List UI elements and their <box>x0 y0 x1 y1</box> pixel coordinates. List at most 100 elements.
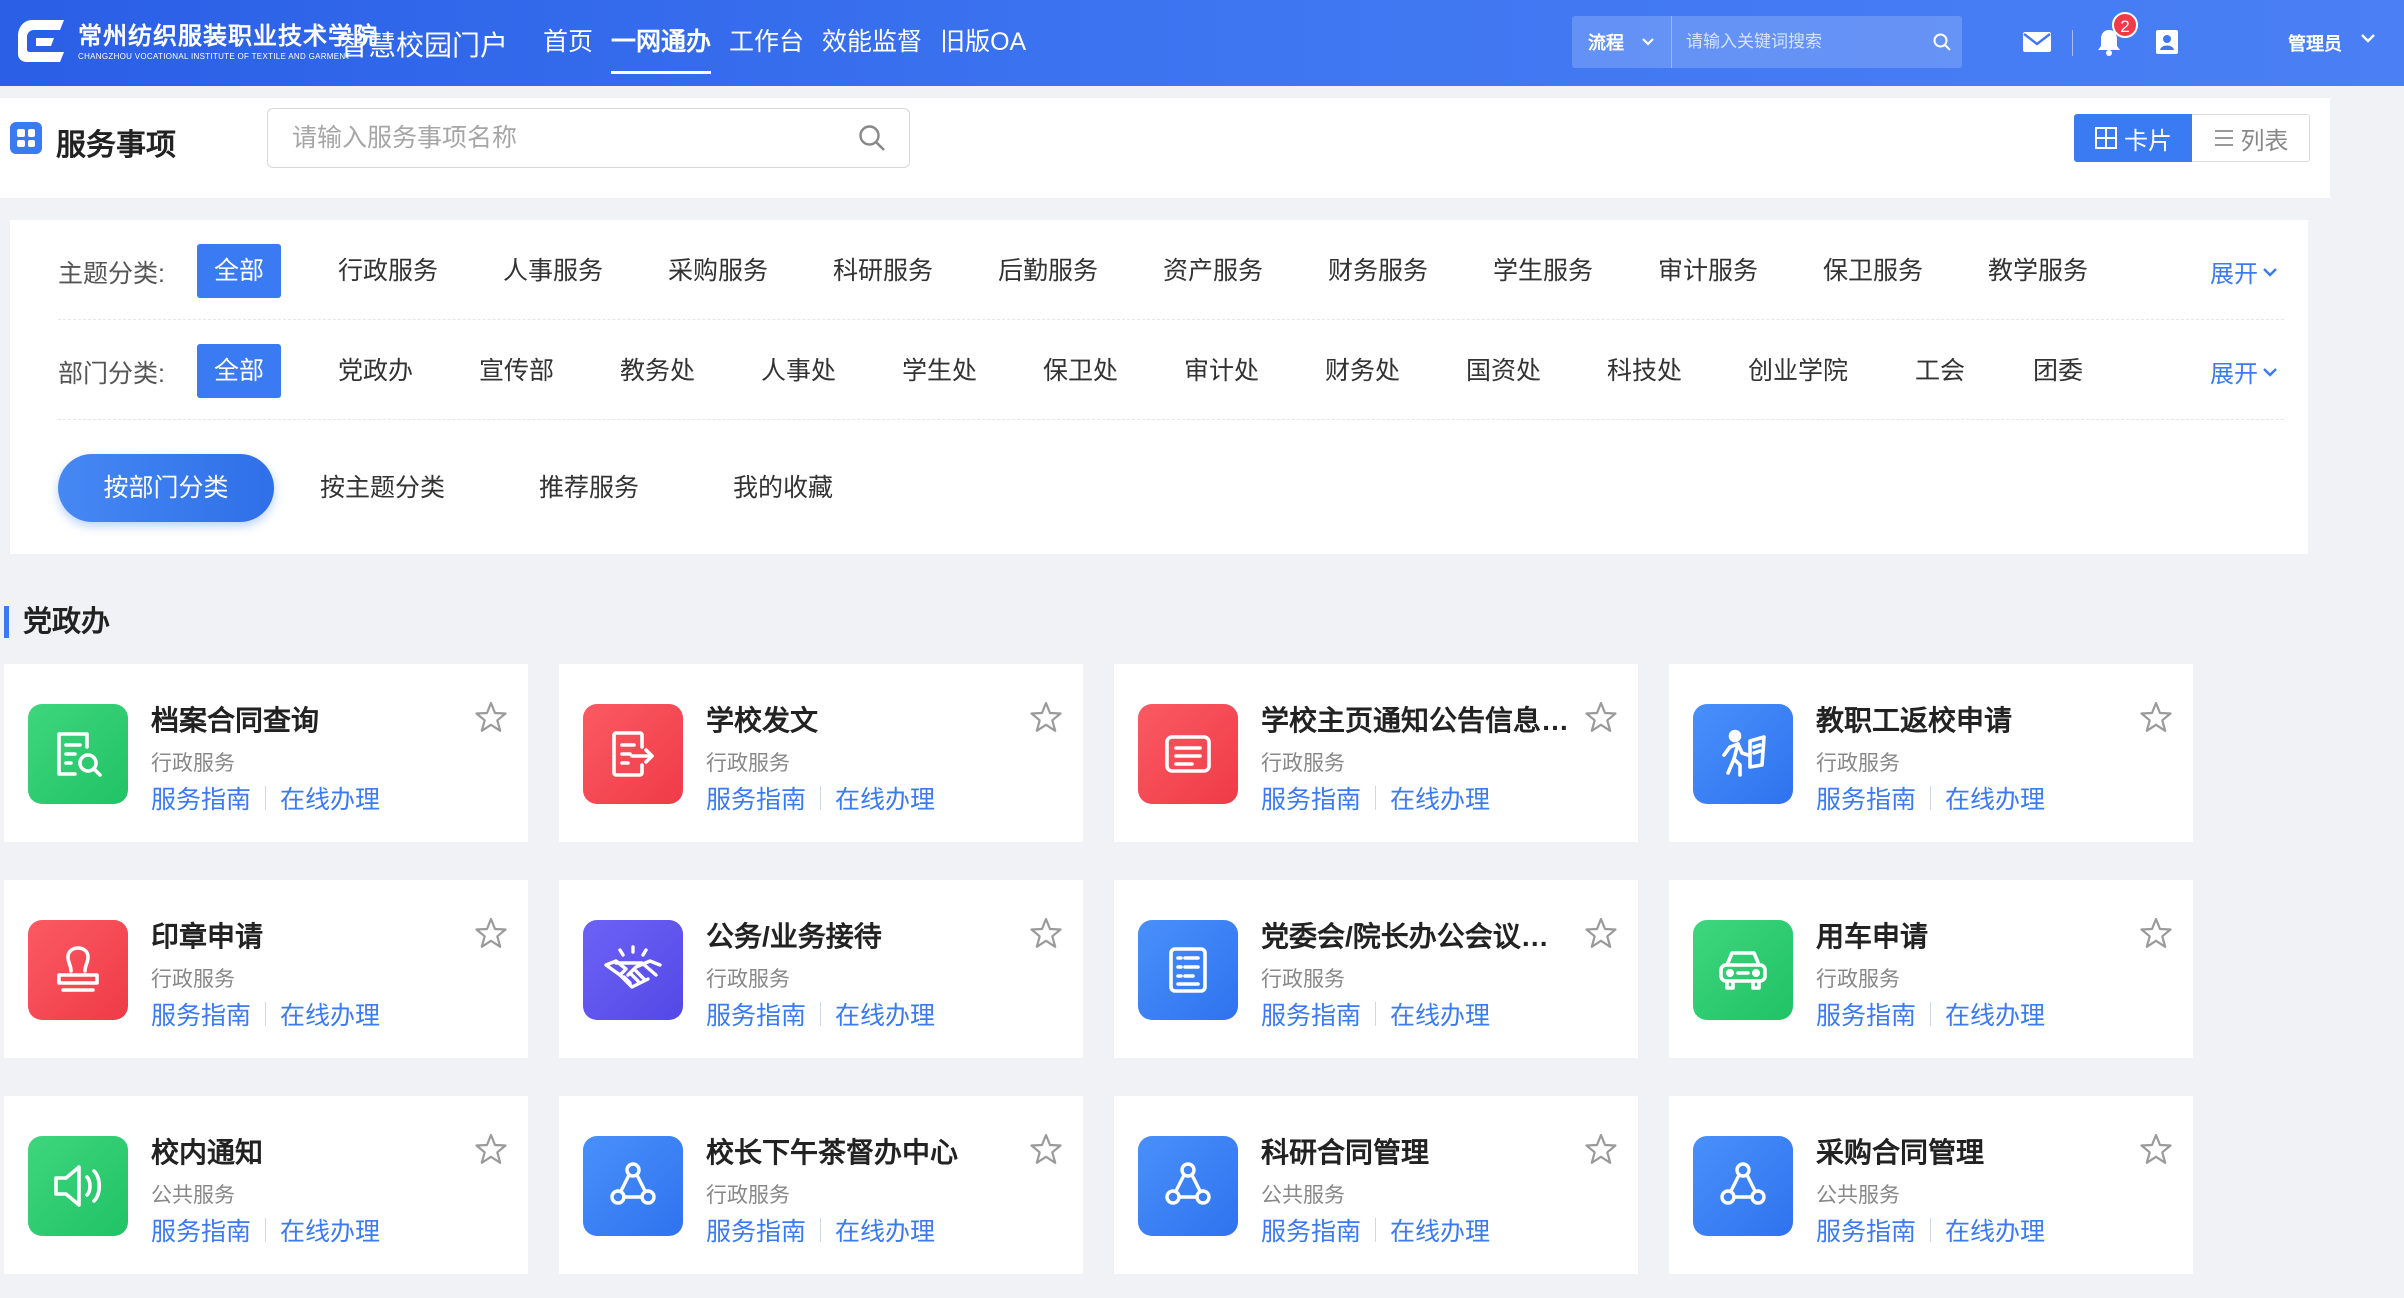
contacts-icon[interactable] <box>2148 22 2186 62</box>
dept-chip[interactable]: 审计处 <box>1171 344 1272 398</box>
service-card[interactable]: 校长下午茶督办中心 行政服务 服务指南 在线办理 <box>559 1096 1083 1274</box>
dept-chip[interactable]: 科技处 <box>1594 344 1695 398</box>
star-icon[interactable] <box>1029 700 1063 734</box>
card-view-button[interactable]: 卡片 <box>2074 114 2192 162</box>
search-icon[interactable] <box>1922 32 1962 52</box>
online-apply-link[interactable]: 在线办理 <box>835 780 935 816</box>
service-guide-link[interactable]: 服务指南 <box>151 996 251 1032</box>
service-card[interactable]: 学校主页通知公告信息发布 行政服务 服务指南 在线办理 <box>1114 664 1638 842</box>
dept-chip[interactable]: 党政办 <box>325 344 426 398</box>
topic-chip[interactable]: 采购服务 <box>655 244 781 298</box>
chevron-down-icon[interactable] <box>2360 32 2376 44</box>
topic-chip[interactable]: 行政服务 <box>325 244 451 298</box>
department-expand-button[interactable]: 展开 <box>2210 354 2278 389</box>
service-card[interactable]: 党委会/院长办公会议题申报 行政服务 服务指南 在线办理 <box>1114 880 1638 1058</box>
service-card[interactable]: 印章申请 行政服务 服务指南 在线办理 <box>4 880 528 1058</box>
dept-chip[interactable]: 保卫处 <box>1030 344 1131 398</box>
tab-recommended[interactable]: 推荐服务 <box>539 454 639 522</box>
online-apply-link[interactable]: 在线办理 <box>280 996 380 1032</box>
online-apply-link[interactable]: 在线办理 <box>1945 996 2045 1032</box>
star-icon[interactable] <box>2139 916 2173 950</box>
topic-chip[interactable]: 审计服务 <box>1645 244 1771 298</box>
school-logo-icon[interactable] <box>14 14 70 66</box>
service-card[interactable]: 学校发文 行政服务 服务指南 在线办理 <box>559 664 1083 842</box>
dept-chip[interactable]: 工会 <box>1902 344 1978 398</box>
dept-chip[interactable]: 教务处 <box>607 344 708 398</box>
nav-one-stop-service[interactable]: 一网通办 <box>602 0 720 86</box>
topic-chip-all[interactable]: 全部 <box>197 244 282 298</box>
search-icon[interactable] <box>835 123 909 153</box>
service-guide-link[interactable]: 服务指南 <box>706 996 806 1032</box>
online-apply-link[interactable]: 在线办理 <box>1390 1212 1490 1248</box>
dept-chip[interactable]: 人事处 <box>748 344 849 398</box>
topic-chip[interactable]: 学生服务 <box>1480 244 1606 298</box>
topic-expand-button[interactable]: 展开 <box>2210 254 2278 289</box>
nav-workbench[interactable]: 工作台 <box>720 0 813 86</box>
online-apply-link[interactable]: 在线办理 <box>1390 780 1490 816</box>
star-icon[interactable] <box>474 700 508 734</box>
star-icon[interactable] <box>1029 916 1063 950</box>
service-guide-link[interactable]: 服务指南 <box>151 780 251 816</box>
dept-chip[interactable]: 宣传部 <box>466 344 567 398</box>
star-icon[interactable] <box>474 1132 508 1166</box>
list-view-button[interactable]: 列表 <box>2192 114 2310 162</box>
online-apply-link[interactable]: 在线办理 <box>1945 780 2045 816</box>
service-card[interactable]: 公务/业务接待 行政服务 服务指南 在线办理 <box>559 880 1083 1058</box>
online-apply-link[interactable]: 在线办理 <box>280 780 380 816</box>
service-guide-link[interactable]: 服务指南 <box>1816 1212 1916 1248</box>
topic-chip[interactable]: 财务服务 <box>1315 244 1441 298</box>
dept-chip-all[interactable]: 全部 <box>197 344 282 398</box>
service-guide-link[interactable]: 服务指南 <box>706 1212 806 1248</box>
dept-chip[interactable]: 国资处 <box>1453 344 1554 398</box>
online-apply-link[interactable]: 在线办理 <box>280 1212 380 1248</box>
tab-by-department[interactable]: 按部门分类 <box>58 454 274 522</box>
topic-chip[interactable]: 后勤服务 <box>985 244 1111 298</box>
star-icon[interactable] <box>1584 1132 1618 1166</box>
star-icon[interactable] <box>1584 700 1618 734</box>
dept-chip[interactable]: 财务处 <box>1312 344 1413 398</box>
service-name: 校内通知 <box>151 1137 264 1168</box>
service-card[interactable]: 用车申请 行政服务 服务指南 在线办理 <box>1669 880 2193 1058</box>
service-card[interactable]: 校内通知 公共服务 服务指南 在线办理 <box>4 1096 528 1274</box>
nav-home[interactable]: 首页 <box>534 0 602 86</box>
search-type-select[interactable]: 流程 <box>1572 16 1672 68</box>
service-guide-link[interactable]: 服务指南 <box>1261 996 1361 1032</box>
service-guide-link[interactable]: 服务指南 <box>1261 1212 1361 1248</box>
service-search-input[interactable] <box>268 109 835 167</box>
online-apply-link[interactable]: 在线办理 <box>1945 1212 2045 1248</box>
dept-chip[interactable]: 团委 <box>2020 344 2096 398</box>
service-guide-link[interactable]: 服务指南 <box>1816 780 1916 816</box>
tab-my-favorites[interactable]: 我的收藏 <box>733 454 833 522</box>
service-card[interactable]: 科研合同管理 公共服务 服务指南 在线办理 <box>1114 1096 1638 1274</box>
star-icon[interactable] <box>2139 1132 2173 1166</box>
service-guide-link[interactable]: 服务指南 <box>706 780 806 816</box>
global-search-input[interactable] <box>1672 16 1922 68</box>
topic-chip[interactable]: 人事服务 <box>490 244 616 298</box>
service-links: 服务指南 在线办理 <box>706 1212 935 1248</box>
tab-by-topic[interactable]: 按主题分类 <box>320 454 445 522</box>
star-icon[interactable] <box>2139 700 2173 734</box>
service-card[interactable]: 档案合同查询 行政服务 服务指南 在线办理 <box>4 664 528 842</box>
star-icon[interactable] <box>474 916 508 950</box>
topic-chip[interactable]: 教学服务 <box>1975 244 2101 298</box>
star-icon[interactable] <box>1584 916 1618 950</box>
nav-efficiency-supervision[interactable]: 效能监督 <box>813 0 931 86</box>
topic-chip[interactable]: 保卫服务 <box>1810 244 1936 298</box>
service-guide-link[interactable]: 服务指南 <box>1816 996 1916 1032</box>
service-card[interactable]: 教职工返校申请 行政服务 服务指南 在线办理 <box>1669 664 2193 842</box>
online-apply-link[interactable]: 在线办理 <box>835 996 935 1032</box>
service-card[interactable]: 采购合同管理 公共服务 服务指南 在线办理 <box>1669 1096 2193 1274</box>
service-guide-link[interactable]: 服务指南 <box>151 1212 251 1248</box>
nav-legacy-oa[interactable]: 旧版OA <box>931 0 1035 86</box>
topic-chip[interactable]: 科研服务 <box>820 244 946 298</box>
user-name[interactable]: 管理员 <box>2288 30 2342 56</box>
dept-chip[interactable]: 学生处 <box>889 344 990 398</box>
online-apply-link[interactable]: 在线办理 <box>1390 996 1490 1032</box>
online-apply-link[interactable]: 在线办理 <box>835 1212 935 1248</box>
dept-chip[interactable]: 创业学院 <box>1735 344 1861 398</box>
mail-icon[interactable] <box>2018 22 2056 62</box>
star-icon[interactable] <box>1029 1132 1063 1166</box>
topic-chip[interactable]: 资产服务 <box>1150 244 1276 298</box>
car-icon <box>1693 920 1793 1020</box>
service-guide-link[interactable]: 服务指南 <box>1261 780 1361 816</box>
